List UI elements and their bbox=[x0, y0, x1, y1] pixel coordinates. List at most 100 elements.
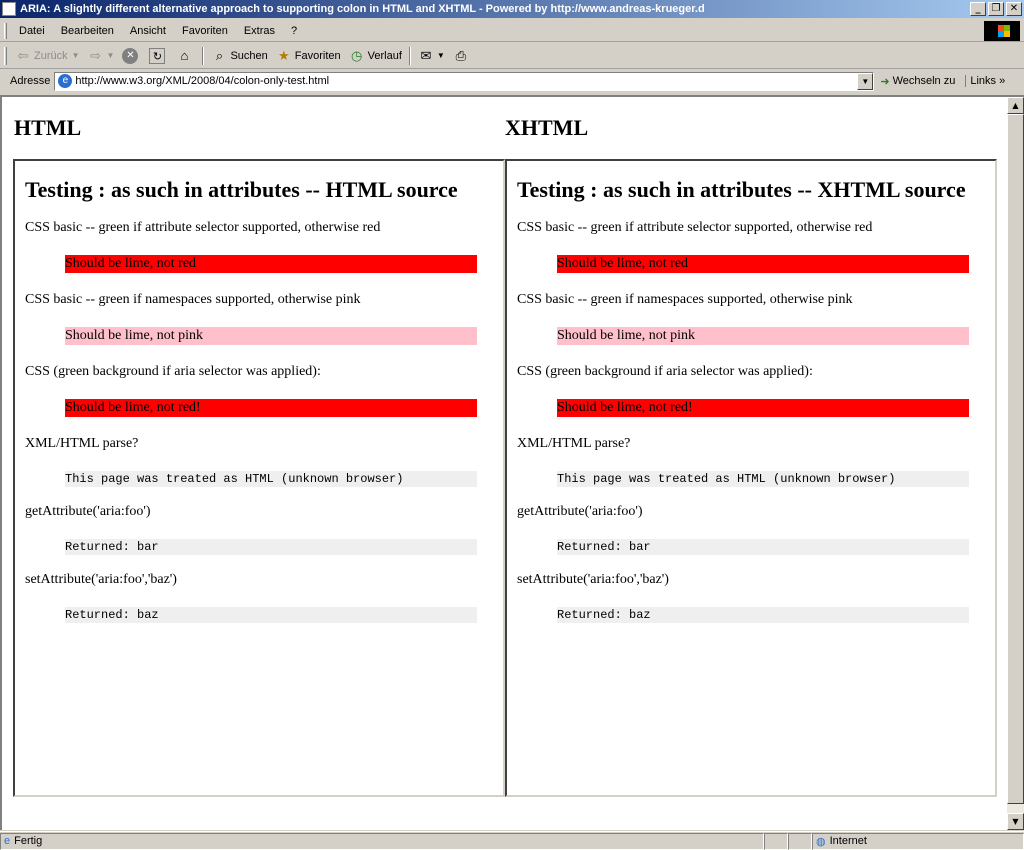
address-field[interactable]: e http://www.w3.org/XML/2008/04/colon-on… bbox=[54, 71, 875, 91]
test-result: Returned: baz bbox=[65, 607, 477, 623]
test-result: Returned: bar bbox=[65, 539, 477, 555]
links-button[interactable]: Links » bbox=[965, 75, 1009, 87]
test-label: getAttribute('aria:foo') bbox=[25, 504, 151, 519]
links-label: Links bbox=[970, 75, 997, 87]
address-bar: Adresse e http://www.w3.org/XML/2008/04/… bbox=[0, 70, 1024, 92]
chevron-right-icon: » bbox=[999, 75, 1006, 87]
status-text: Fertig bbox=[14, 835, 43, 847]
vertical-scrollbar[interactable]: ▲ ▼ bbox=[1007, 97, 1024, 830]
html-heading: HTML bbox=[14, 115, 82, 140]
ie-app-icon bbox=[2, 2, 16, 16]
status-cell-empty bbox=[764, 832, 788, 850]
test-result: Should be lime, not pink bbox=[557, 327, 969, 345]
scroll-up-arrow-icon[interactable]: ▲ bbox=[1007, 97, 1024, 114]
address-label: Adresse bbox=[10, 75, 51, 87]
test-label: CSS (green background if aria selector w… bbox=[517, 364, 813, 379]
history-label: Verlauf bbox=[367, 49, 402, 62]
toolbar-separator-2 bbox=[408, 46, 411, 65]
test-result: This page was treated as HTML (unknown b… bbox=[557, 471, 969, 487]
go-label: Wechseln zu bbox=[892, 75, 956, 87]
mail-button[interactable]: ✉ ▼ bbox=[414, 45, 449, 67]
internet-globe-icon: ◍ bbox=[816, 835, 826, 848]
menu-help[interactable]: ? bbox=[283, 25, 305, 37]
favorites-button[interactable]: ★ Favoriten bbox=[272, 45, 345, 67]
test-label: CSS basic -- green if attribute selector… bbox=[517, 220, 873, 235]
address-url[interactable]: http://www.w3.org/XML/2008/04/colon-only… bbox=[75, 75, 857, 87]
forward-button[interactable]: ⇨ ▼ bbox=[84, 45, 119, 67]
test-result: Should be lime, not pink bbox=[65, 327, 477, 345]
refresh-button[interactable]: ↻ bbox=[145, 45, 172, 67]
status-zone-text: Internet bbox=[829, 835, 867, 847]
close-button[interactable]: ✕ bbox=[1006, 2, 1022, 16]
window-title: ARIA: A slightly different alternative a… bbox=[20, 3, 705, 15]
xhtml-heading: XHTML bbox=[505, 115, 589, 140]
test-result: Should be lime, not red! bbox=[557, 399, 969, 417]
stop-button[interactable]: ✕ bbox=[118, 45, 145, 67]
go-button[interactable]: ➜ Wechseln zu bbox=[874, 75, 961, 88]
favorites-label: Favoriten bbox=[294, 49, 341, 62]
maximize-button[interactable]: ❐ bbox=[988, 2, 1004, 16]
address-dropdown-icon[interactable]: ▼ bbox=[857, 72, 874, 90]
back-dropdown-icon[interactable]: ▼ bbox=[72, 51, 80, 60]
page-content: HTML XHTML Testing : as such in attribut… bbox=[2, 97, 1007, 830]
test-result: Returned: bar bbox=[557, 539, 969, 555]
test-label: CSS basic -- green if namespaces support… bbox=[25, 292, 361, 307]
toolbar-grip[interactable] bbox=[4, 46, 7, 65]
frame-title: Testing : as such in attributes -- XHTML… bbox=[517, 177, 966, 202]
standard-toolbar: ⇦ Zurück ▼ ⇨ ▼ ✕ ↻ ⌂ ⌕ Suchen ★ Favorite… bbox=[0, 43, 1024, 69]
test-result: Returned: baz bbox=[557, 607, 969, 623]
status-zone: ◍ Internet bbox=[812, 832, 1024, 850]
scroll-down-arrow-icon[interactable]: ▼ bbox=[1007, 813, 1024, 830]
mail-dropdown-icon[interactable]: ▼ bbox=[437, 51, 445, 60]
frame-title: Testing : as such in attributes -- HTML … bbox=[25, 177, 458, 202]
menu-datei[interactable]: Datei bbox=[11, 25, 53, 37]
page-done-icon: e bbox=[4, 835, 11, 847]
menu-extras[interactable]: Extras bbox=[236, 25, 283, 37]
menu-bearbeiten[interactable]: Bearbeiten bbox=[53, 25, 122, 37]
menu-favoriten[interactable]: Favoriten bbox=[174, 25, 236, 37]
back-arrow-icon: ⇦ bbox=[17, 47, 29, 63]
test-label: setAttribute('aria:foo','baz') bbox=[517, 572, 669, 587]
test-label: setAttribute('aria:foo','baz') bbox=[25, 572, 177, 587]
page-icon: e bbox=[58, 74, 73, 88]
html-frame: Testing : as such in attributes -- HTML … bbox=[13, 159, 505, 797]
search-icon: ⌕ bbox=[215, 47, 224, 63]
test-label: XML/HTML parse? bbox=[25, 436, 139, 451]
test-label: getAttribute('aria:foo') bbox=[517, 504, 643, 519]
title-bar: ARIA: A slightly different alternative a… bbox=[0, 0, 1024, 18]
test-label: XML/HTML parse? bbox=[517, 436, 631, 451]
menubar-grip[interactable] bbox=[4, 22, 7, 39]
status-main: e Fertig bbox=[0, 832, 764, 850]
test-result: This page was treated as HTML (unknown b… bbox=[65, 471, 477, 487]
toolbar-separator bbox=[202, 46, 205, 65]
minimize-button[interactable]: _ bbox=[970, 2, 986, 16]
print-button[interactable]: ⎙ bbox=[449, 45, 476, 67]
windows-logo-icon bbox=[984, 21, 1020, 41]
test-result: Should be lime, not red bbox=[557, 255, 969, 273]
status-cell-empty bbox=[788, 832, 812, 850]
go-arrow-icon: ➜ bbox=[880, 75, 890, 88]
search-button[interactable]: ⌕ Suchen bbox=[207, 45, 271, 67]
print-icon: ⎙ bbox=[455, 47, 467, 63]
home-button[interactable]: ⌂ bbox=[172, 45, 199, 67]
menu-bar: Datei Bearbeiten Ansicht Favoriten Extra… bbox=[0, 20, 1024, 42]
test-result: Should be lime, not red! bbox=[65, 399, 477, 417]
stop-icon: ✕ bbox=[122, 47, 139, 64]
home-icon: ⌂ bbox=[180, 47, 189, 63]
test-result: Should be lime, not red bbox=[65, 255, 477, 273]
search-label: Suchen bbox=[230, 49, 268, 62]
browser-viewport: HTML XHTML Testing : as such in attribut… bbox=[0, 95, 1024, 830]
history-icon: ◷ bbox=[350, 47, 363, 63]
test-label: CSS (green background if aria selector w… bbox=[25, 364, 321, 379]
back-button[interactable]: ⇦ Zurück ▼ bbox=[11, 45, 84, 67]
scroll-thumb[interactable] bbox=[1007, 114, 1024, 804]
menu-ansicht[interactable]: Ansicht bbox=[122, 25, 174, 37]
test-label: CSS basic -- green if namespaces support… bbox=[517, 292, 853, 307]
refresh-icon: ↻ bbox=[149, 47, 166, 64]
test-label: CSS basic -- green if attribute selector… bbox=[25, 220, 381, 235]
forward-dropdown-icon[interactable]: ▼ bbox=[107, 51, 115, 60]
favorites-star-icon: ★ bbox=[277, 47, 290, 63]
xhtml-frame: Testing : as such in attributes -- XHTML… bbox=[505, 159, 997, 797]
back-label: Zurück bbox=[34, 49, 68, 62]
history-button[interactable]: ◷ Verlauf bbox=[345, 45, 406, 67]
